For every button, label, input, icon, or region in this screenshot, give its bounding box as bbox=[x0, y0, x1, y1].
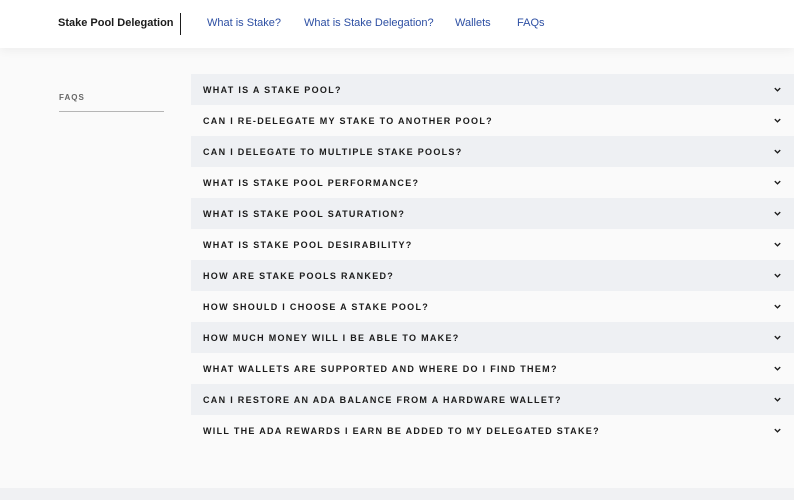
faq-question: CAN I DELEGATE TO MULTIPLE STAKE POOLS? bbox=[203, 146, 463, 157]
faq-question: WHAT WALLETS ARE SUPPORTED AND WHERE DO … bbox=[203, 363, 558, 374]
chevron-down-icon bbox=[774, 335, 781, 340]
faq-item[interactable]: WHAT IS STAKE POOL SATURATION? bbox=[191, 198, 794, 229]
faq-list: WHAT IS A STAKE POOL? CAN I RE-DELEGATE … bbox=[191, 74, 794, 446]
nav-link-wallets[interactable]: Wallets bbox=[455, 17, 491, 29]
chevron-down-icon bbox=[774, 366, 781, 371]
faq-question: HOW SHOULD I CHOOSE A STAKE POOL? bbox=[203, 301, 430, 312]
sidebar-underline bbox=[59, 111, 164, 112]
faq-item[interactable]: WHAT IS STAKE POOL PERFORMANCE? bbox=[191, 167, 794, 198]
chevron-down-icon bbox=[774, 242, 781, 247]
chevron-down-icon bbox=[774, 87, 781, 92]
faq-item[interactable]: WHAT WALLETS ARE SUPPORTED AND WHERE DO … bbox=[191, 353, 794, 384]
chevron-down-icon bbox=[774, 428, 781, 433]
header-divider bbox=[180, 13, 181, 35]
faq-item[interactable]: CAN I RESTORE AN ADA BALANCE FROM A HARD… bbox=[191, 384, 794, 415]
faq-item[interactable]: WHAT IS STAKE POOL DESIRABILITY? bbox=[191, 229, 794, 260]
nav-link-what-is-stake[interactable]: What is Stake? bbox=[207, 17, 281, 29]
faq-item[interactable]: HOW MUCH MONEY WILL I BE ABLE TO MAKE? bbox=[191, 322, 794, 353]
faq-question: CAN I RESTORE AN ADA BALANCE FROM A HARD… bbox=[203, 394, 562, 405]
chevron-down-icon bbox=[774, 211, 781, 216]
faq-item[interactable]: CAN I RE-DELEGATE MY STAKE TO ANOTHER PO… bbox=[191, 105, 794, 136]
chevron-down-icon bbox=[774, 304, 781, 309]
chevron-down-icon bbox=[774, 397, 781, 402]
faq-item[interactable]: CAN I DELEGATE TO MULTIPLE STAKE POOLS? bbox=[191, 136, 794, 167]
faq-item[interactable]: HOW ARE STAKE POOLS RANKED? bbox=[191, 260, 794, 291]
site-header: Stake Pool Delegation What is Stake? Wha… bbox=[0, 0, 794, 48]
footer-band bbox=[0, 488, 794, 500]
faq-question: WHAT IS A STAKE POOL? bbox=[203, 84, 342, 95]
faq-item[interactable]: WHAT IS A STAKE POOL? bbox=[191, 74, 794, 105]
nav-link-what-is-stake-delegation[interactable]: What is Stake Delegation? bbox=[304, 17, 434, 29]
faq-question: CAN I RE-DELEGATE MY STAKE TO ANOTHER PO… bbox=[203, 115, 493, 126]
faq-item[interactable]: WILL THE ADA REWARDS I EARN BE ADDED TO … bbox=[191, 415, 794, 446]
chevron-down-icon bbox=[774, 180, 781, 185]
faq-question: HOW MUCH MONEY WILL I BE ABLE TO MAKE? bbox=[203, 332, 460, 343]
faq-question: HOW ARE STAKE POOLS RANKED? bbox=[203, 270, 395, 281]
faq-question: WILL THE ADA REWARDS I EARN BE ADDED TO … bbox=[203, 425, 600, 436]
faq-item[interactable]: HOW SHOULD I CHOOSE A STAKE POOL? bbox=[191, 291, 794, 322]
chevron-down-icon bbox=[774, 273, 781, 278]
chevron-down-icon bbox=[774, 118, 781, 123]
faq-question: WHAT IS STAKE POOL SATURATION? bbox=[203, 208, 406, 219]
nav-link-faqs[interactable]: FAQs bbox=[517, 17, 545, 29]
faq-question: WHAT IS STAKE POOL DESIRABILITY? bbox=[203, 239, 413, 250]
faq-question: WHAT IS STAKE POOL PERFORMANCE? bbox=[203, 177, 420, 188]
sidebar-label: FAQS bbox=[59, 93, 85, 102]
site-brand[interactable]: Stake Pool Delegation bbox=[58, 17, 174, 29]
chevron-down-icon bbox=[774, 149, 781, 154]
